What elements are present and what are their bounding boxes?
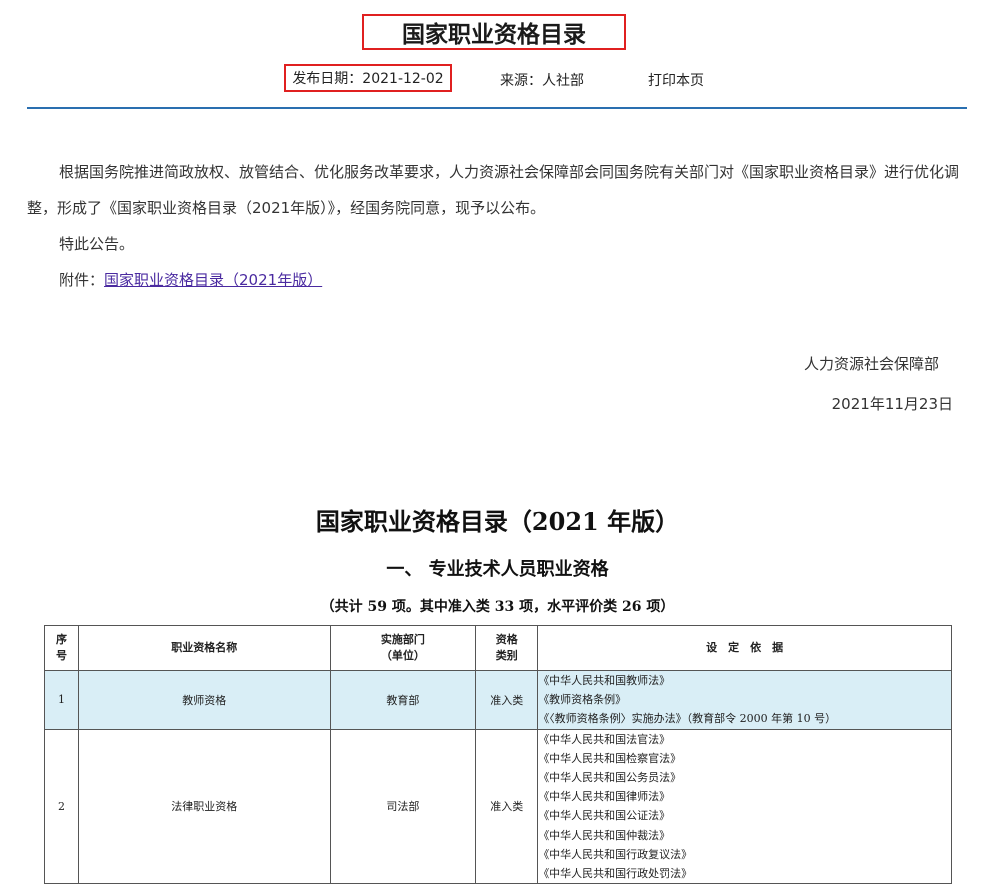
row-type: 准入类	[475, 728, 539, 885]
document-section: 一、 专业技术人员职业资格	[386, 559, 609, 580]
document-count: （共计 59 项。其中准入类 33 项，水平评价类 26 项）	[320, 599, 675, 615]
row-seq: 2	[44, 728, 79, 885]
header-name: 职业资格名称	[77, 625, 331, 671]
basis-item: 《〈教师资格条例〉实施办法》（教育部令 2000 年第 10 号）	[538, 712, 837, 726]
basis-item: 《中华人民共和国公务员法》	[538, 771, 682, 785]
basis-item: 《中华人民共和国行政复议法》	[538, 847, 693, 861]
table-row: 2 法律职业资格 司法部 准入类 《中华人民共和国法官法》 《中华人民共和国检察…	[44, 728, 952, 885]
basis-item: 《教师资格条例》	[538, 693, 627, 707]
qualification-table: 序号 职业资格名称 实施部门 （单位） 资格 类别 设 定 依 据 1 教师资格 教…	[44, 625, 952, 885]
row-dept: 教育部	[329, 670, 477, 730]
meta-row: 发布日期：2021-12-02 来源：人社部 打印本页	[0, 62, 995, 94]
header-seq: 序号	[44, 625, 79, 671]
row-name: 教师资格	[77, 670, 331, 730]
basis-item: 《中华人民共和国法官法》	[538, 732, 671, 746]
header-basis: 设 定 依 据	[537, 625, 952, 671]
attachment-link[interactable]: 国家职业资格目录（2021年版）	[104, 271, 322, 289]
basis-item: 《中华人民共和国检察官法》	[538, 751, 682, 765]
source-label: 来源：人社部	[500, 73, 584, 89]
row-dept: 司法部	[329, 728, 477, 885]
basis-item: 《中华人民共和国行政处罚法》	[538, 867, 693, 881]
header-dept: 实施部门 （单位）	[329, 625, 477, 671]
signature-date: 2021年11月23日	[831, 395, 953, 413]
row-name: 法律职业资格	[77, 728, 331, 885]
attachment-line: 附件：国家职业资格目录（2021年版）	[27, 262, 962, 298]
print-link[interactable]: 打印本页	[648, 70, 704, 90]
table-row: 1 教师资格 教育部 准入类 《中华人民共和国教师法》 《教师资格条例》 《〈教…	[44, 670, 952, 730]
publish-date: 发布日期：2021-12-02	[284, 64, 452, 92]
notice-paragraph: 根据国务院推进简政放权、放管结合、优化服务改革要求，人力资源社会保障部会同国务院…	[27, 163, 960, 217]
notice-body: 根据国务院推进简政放权、放管结合、优化服务改革要求，人力资源社会保障部会同国务院…	[27, 154, 962, 298]
row-type: 准入类	[475, 670, 539, 730]
row-basis: 《中华人民共和国教师法》 《教师资格条例》 《〈教师资格条例〉实施办法》（教育部…	[537, 670, 952, 730]
notice-closing: 特此公告。	[59, 235, 135, 253]
table-header-row: 序号 职业资格名称 实施部门 （单位） 资格 类别 设 定 依 据	[44, 625, 952, 671]
basis-item: 《中华人民共和国仲裁法》	[538, 828, 671, 842]
page-title: 国家职业资格目录	[362, 14, 626, 50]
row-seq: 1	[44, 670, 79, 730]
attachment-label: 附件：	[59, 271, 105, 289]
row-basis: 《中华人民共和国法官法》 《中华人民共和国检察官法》 《中华人民共和国公务员法》…	[537, 728, 952, 885]
header-type: 资格 类别	[475, 625, 539, 671]
header-divider	[27, 107, 967, 109]
basis-item: 《中华人民共和国公证法》	[538, 809, 671, 823]
document-title: 国家职业资格目录（2021 年版）	[315, 507, 680, 536]
basis-item: 《中华人民共和国教师法》	[538, 674, 671, 687]
signature: 人力资源社会保障部	[803, 355, 939, 373]
basis-item: 《中华人民共和国律师法》	[538, 790, 671, 804]
